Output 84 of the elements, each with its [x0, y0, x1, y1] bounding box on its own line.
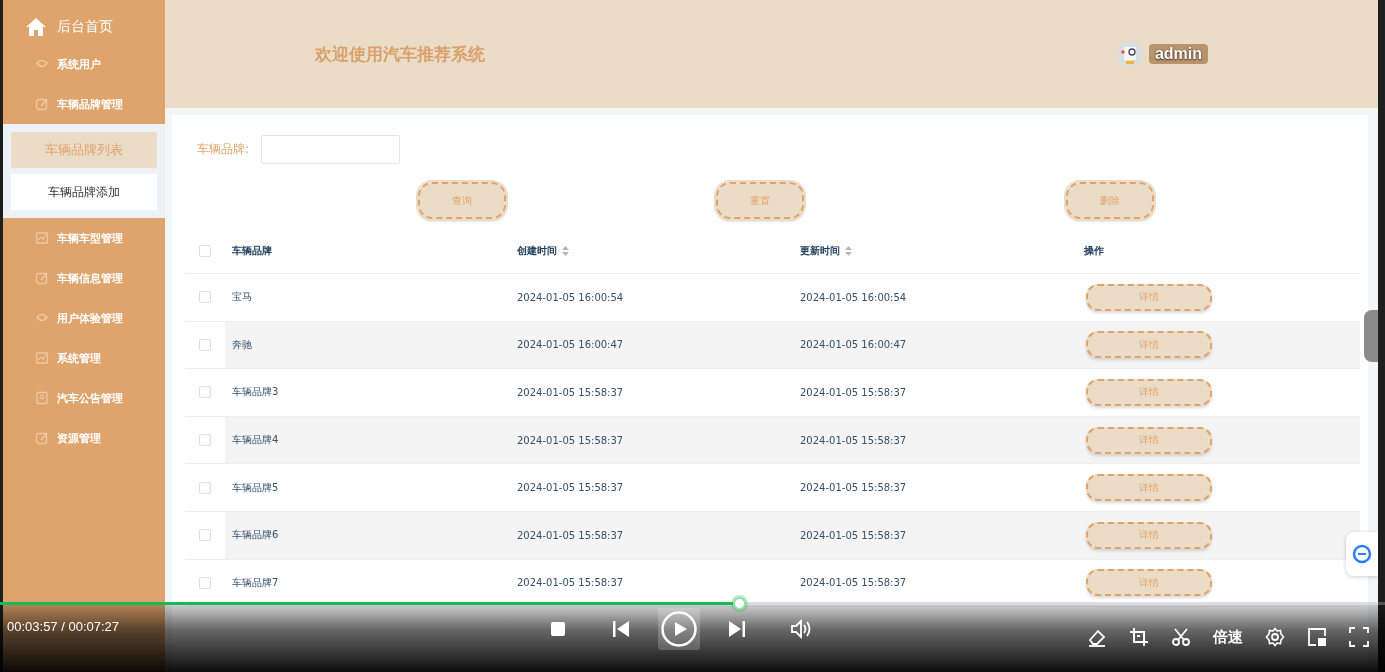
eraser-icon[interactable]: [1087, 627, 1107, 647]
user-name[interactable]: admin: [1148, 44, 1208, 64]
stop-icon[interactable]: [550, 621, 566, 637]
volume-icon[interactable]: [790, 619, 812, 639]
table-cell: 宝马: [232, 290, 252, 305]
speed-button[interactable]: 倍速: [1213, 627, 1243, 647]
side-handle[interactable]: [1364, 310, 1378, 362]
table-cell: 2024-01-05 15:58:37: [517, 482, 624, 494]
play-icon[interactable]: [661, 611, 697, 647]
document-icon: [35, 391, 49, 405]
chart-icon: [35, 351, 49, 365]
checkbox[interactable]: [199, 529, 211, 542]
checkbox[interactable]: [199, 386, 211, 399]
table-cell: 2024-01-05 15:58:37: [517, 387, 624, 398]
table-cell: 2024-01-05 15:58:37: [800, 529, 907, 541]
submenu-item[interactable]: 车辆品牌添加: [11, 174, 157, 210]
detail-button[interactable]: 详情: [1086, 426, 1212, 454]
checkbox[interactable]: [199, 338, 211, 351]
checkbox[interactable]: [199, 481, 211, 494]
column-header: 创建时间: [517, 244, 557, 258]
page-title: 欢迎使用汽车推荐系统: [315, 42, 485, 66]
table-cell: 2024-01-05 15:58:37: [800, 482, 907, 494]
table-cell: 车辆品牌4: [232, 433, 279, 448]
next-icon[interactable]: [728, 620, 746, 638]
delete-button[interactable]: 删除: [1066, 182, 1154, 219]
brand-input[interactable]: [261, 135, 401, 164]
table-cell: 车辆品牌7: [232, 575, 279, 590]
table-cell: 2024-01-05 16:00:54: [517, 291, 624, 303]
checkbox[interactable]: [199, 291, 211, 304]
table-cell: 车辆品牌5: [232, 480, 279, 495]
table-cell: 2024-01-05 15:58:37: [517, 434, 624, 446]
table-cell: 2024-01-05 15:58:37: [517, 577, 624, 589]
reset-button[interactable]: 重置: [716, 182, 804, 219]
field-label: 车辆品牌:: [197, 141, 250, 158]
table-cell: 2024-01-05 15:58:37: [800, 387, 907, 398]
sort-icon[interactable]: [562, 246, 569, 256]
column-header: 车辆品牌: [232, 244, 272, 258]
table-cell: 2024-01-05 16:00:47: [517, 339, 624, 351]
table-cell: 2024-01-05 15:58:37: [800, 434, 907, 446]
detail-button[interactable]: 详情: [1086, 283, 1212, 311]
sidebar-item[interactable]: 汽车公告管理: [3, 378, 165, 418]
detail-button[interactable]: 详情: [1086, 331, 1212, 359]
sidebar-item[interactable]: 系统管理: [3, 338, 165, 378]
checkbox[interactable]: [199, 576, 211, 589]
sidebar-item[interactable]: 车辆信息管理: [3, 258, 165, 298]
table-cell: 2024-01-05 15:58:37: [800, 577, 907, 589]
table-cell: 2024-01-05 16:00:47: [800, 339, 907, 351]
table-cell: 2024-01-05 16:00:54: [800, 291, 907, 303]
checkbox[interactable]: [199, 434, 211, 447]
chart-icon: [35, 231, 49, 245]
sidebar-item[interactable]: 车辆车型管理: [3, 218, 165, 258]
settings-icon[interactable]: [1265, 627, 1285, 647]
submenu-item[interactable]: 车辆品牌列表: [11, 132, 157, 168]
detail-button[interactable]: 详情: [1086, 569, 1212, 597]
playback-time: 00:03:57 / 00:07:27: [7, 619, 120, 634]
edit-icon: [35, 271, 49, 285]
crop-icon[interactable]: [1129, 627, 1149, 647]
sidebar-item[interactable]: 资源管理: [3, 418, 165, 458]
previous-icon[interactable]: [612, 620, 630, 638]
search-button[interactable]: 查询: [418, 182, 506, 219]
column-header: 更新时间: [800, 244, 840, 258]
table-cell: 车辆品牌3: [232, 385, 279, 400]
sidebar-item[interactable]: 车辆品牌管理: [3, 84, 165, 124]
checkbox[interactable]: [199, 245, 211, 257]
home-icon: [25, 17, 47, 37]
edit-icon: [35, 431, 49, 445]
picture-in-picture-icon[interactable]: [1307, 627, 1327, 647]
detail-button[interactable]: 详情: [1086, 521, 1212, 549]
floating-widget[interactable]: [1346, 532, 1378, 576]
column-header: 操作: [1084, 244, 1104, 258]
table-cell: 奔驰: [232, 337, 252, 352]
scissors-icon[interactable]: [1171, 627, 1191, 647]
avatar-icon: [1116, 41, 1143, 67]
sidebar-item[interactable]: 用户体验管理: [3, 298, 165, 338]
table-cell: 车辆品牌6: [232, 528, 279, 543]
detail-button[interactable]: 详情: [1086, 474, 1212, 502]
progress-track[interactable]: [0, 597, 1385, 610]
edit-icon: [35, 97, 49, 111]
detail-button[interactable]: 详情: [1086, 379, 1212, 406]
sidebar-item[interactable]: 后台首页: [57, 18, 113, 36]
table-cell: 2024-01-05 15:58:37: [517, 529, 624, 541]
sort-icon[interactable]: [845, 246, 852, 256]
sidebar-item[interactable]: 系统用户: [3, 44, 165, 84]
fullscreen-icon[interactable]: [1349, 627, 1369, 647]
